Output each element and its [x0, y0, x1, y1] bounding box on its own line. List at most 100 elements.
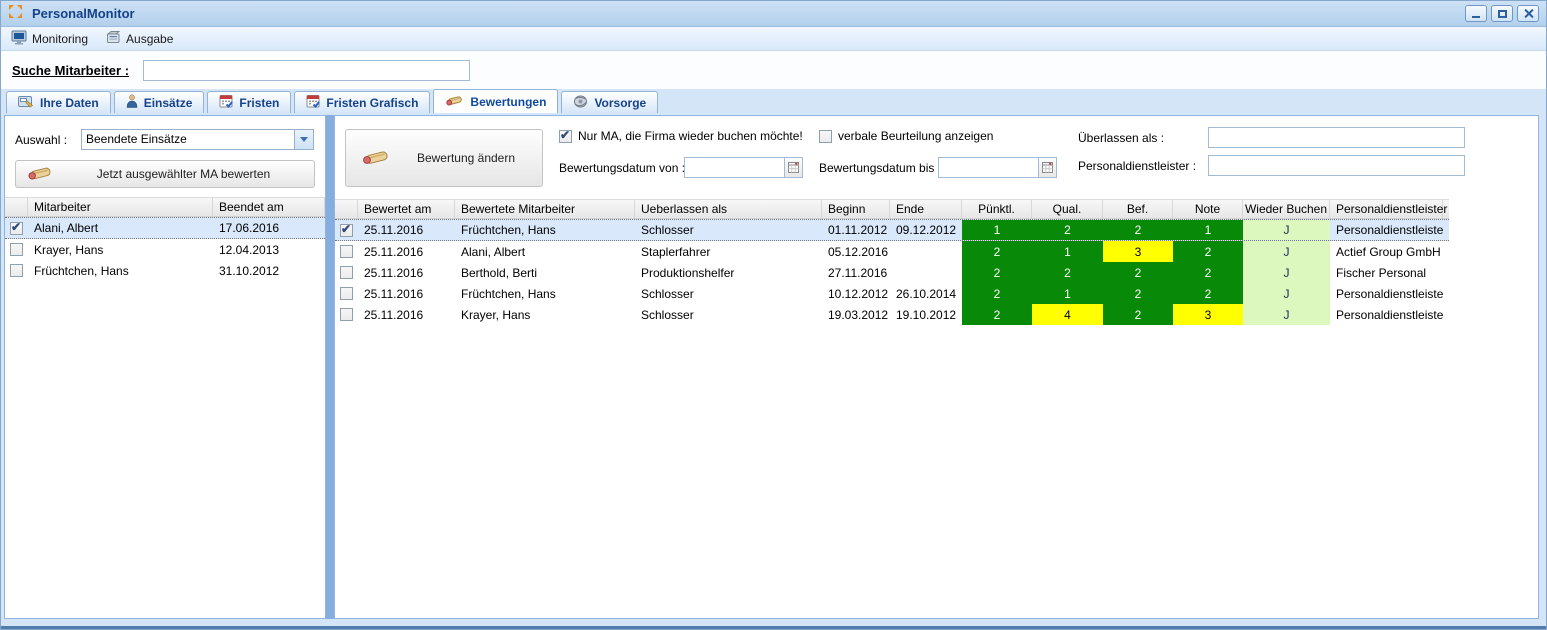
tab-label: Vorsorge [594, 95, 647, 110]
ueberlassen-als-column-header[interactable]: Ueberlassen als [635, 200, 822, 218]
search-label: Suche Mitarbeiter : [12, 62, 130, 78]
menu-ausgabe[interactable]: Ausgabe [102, 28, 177, 49]
beginn-column-header[interactable]: Beginn [822, 200, 890, 218]
table-row[interactable]: 25.11.2016 Früchtchen, Hans Schlosser 10… [335, 283, 1449, 304]
bewertete-mitarbeiter-column-header[interactable]: Bewertete Mitarbeiter [455, 200, 635, 218]
tab-einsaetze[interactable]: Einsätze [113, 91, 205, 113]
bewertet-am-column-header[interactable]: Bewertet am [358, 200, 455, 218]
verbale-checkbox[interactable] [819, 129, 832, 143]
bewertung-aendern-button[interactable]: Bewertung ändern [345, 129, 543, 187]
table-row[interactable]: 25.11.2016 Früchtchen, Hans Schlosser 01… [335, 219, 1449, 241]
verbale-checkbox-row[interactable]: verbale Beurteilung anzeigen [819, 129, 993, 143]
menu-monitoring-label: Monitoring [32, 31, 89, 46]
app-icon [8, 4, 23, 24]
bef-column-header[interactable]: Bef. [1103, 200, 1173, 218]
nur-ma-checkbox[interactable] [559, 128, 572, 143]
ueberlassen-als-input[interactable] [1208, 127, 1465, 148]
row-checkbox[interactable] [10, 243, 23, 256]
table-row[interactable]: Alani, Albert 17.06.2016 [5, 217, 325, 239]
beginn-cell: 19.03.2012 [828, 307, 889, 322]
datum-bis-value [939, 158, 1038, 177]
wieder-buchen-column-header[interactable]: Wieder Buchen [1243, 200, 1330, 218]
auswahl-dropdown-button[interactable] [294, 130, 313, 149]
datum-von-value [685, 158, 784, 177]
puenktl-rating-cell: 2 [962, 304, 1032, 325]
beendet-am-column-header[interactable]: Beendet am [213, 198, 325, 216]
note-column-header[interactable]: Note [1173, 200, 1243, 218]
row-checkbox[interactable] [340, 287, 353, 300]
table-row[interactable]: Krayer, Hans 12.04.2013 [5, 239, 325, 260]
nur-ma-checkbox-row[interactable]: Nur MA, die Firma wieder buchen möchte! [559, 128, 803, 143]
menu-ausgabe-label: Ausgabe [126, 31, 174, 46]
ausgabe-icon [106, 30, 121, 47]
note-rating-cell: 2 [1173, 283, 1243, 304]
puenktl-rating-cell: 2 [962, 241, 1032, 262]
mitarbeiter-column-header[interactable]: Mitarbeiter [28, 198, 213, 216]
nur-ma-checkbox-label: Nur MA, die Firma wieder buchen möchte! [578, 129, 803, 143]
title-bar: PersonalMonitor [1, 1, 1546, 27]
row-checkbox[interactable] [10, 264, 23, 277]
bewertungen-icon [445, 94, 464, 110]
tab-vorsorge[interactable]: Vorsorge [561, 91, 659, 113]
datum-von-label: Bewertungsdatum von : [559, 161, 686, 175]
mitarbeiter-cell: Krayer, Hans [34, 242, 104, 257]
table-row[interactable]: 25.11.2016 Berthold, Berti Produktionshe… [335, 262, 1449, 283]
qual-column-header[interactable]: Qual. [1032, 200, 1103, 218]
personaldienstleister-cell: Actief Group GmbH [1336, 244, 1441, 259]
row-checkbox[interactable] [340, 308, 353, 321]
auswahl-select[interactable]: Beendete Einsätze [81, 129, 314, 150]
table-row[interactable]: Früchtchen, Hans 31.10.2012 [5, 260, 325, 281]
jetzt-bewerten-button[interactable]: Jetzt ausgewählter MA bewerten [15, 160, 315, 188]
personaldienstleister-column-header[interactable]: Personaldienstleister [1330, 200, 1447, 218]
minimize-button[interactable] [1465, 5, 1487, 22]
bewertet-am-cell: 25.11.2016 [364, 223, 424, 237]
row-checkbox[interactable] [10, 220, 23, 235]
table-header: Bewertet am Bewertete Mitarbeiter Ueberl… [335, 199, 1449, 219]
puenktl-column-header[interactable]: Pünktl. [962, 200, 1032, 218]
bewertet-am-cell: 25.11.2016 [364, 265, 424, 280]
filler-cell [1443, 241, 1449, 262]
datum-bis-picker-button[interactable] [1038, 158, 1056, 177]
filler-column-header [1443, 200, 1449, 218]
table-row[interactable]: 25.11.2016 Krayer, Hans Schlosser 19.03.… [335, 304, 1449, 325]
note-rating-cell: 1 [1173, 220, 1243, 240]
bef-rating-cell: 3 [1103, 241, 1173, 262]
datum-bis-field[interactable] [938, 157, 1057, 178]
ueberlassen-cell: Schlosser [641, 286, 694, 301]
maximize-button[interactable] [1491, 5, 1513, 22]
wieder-buchen-cell: J [1243, 262, 1330, 283]
close-button[interactable] [1517, 5, 1539, 22]
checkbox-column-header[interactable] [335, 200, 358, 218]
datum-bis-label: Bewertungsdatum bis : [819, 161, 942, 175]
ende-cell [890, 262, 962, 283]
tab-fristen-grafisch[interactable]: Fristen Grafisch [294, 91, 431, 113]
left-panel: Auswahl : Beendete Einsätze Jetzt ausgew… [4, 115, 326, 619]
row-checkbox[interactable] [340, 245, 353, 258]
panel-splitter[interactable] [326, 115, 334, 619]
checkbox-column-header[interactable] [5, 198, 28, 216]
datum-von-picker-button[interactable] [784, 158, 802, 177]
personaldienstleister-cell: Personaldienstleister [1336, 223, 1443, 237]
menu-monitoring[interactable]: Monitoring [7, 28, 92, 50]
search-input[interactable] [143, 59, 471, 81]
tab-bewertungen[interactable]: Bewertungen [433, 89, 559, 113]
row-checkbox[interactable] [340, 266, 353, 279]
minimize-icon [1472, 15, 1480, 18]
personaldienstleister-cell: Personaldienstleister [1336, 307, 1443, 322]
tab-ihre-daten[interactable]: Ihre Daten [6, 91, 111, 113]
table-row[interactable]: 25.11.2016 Alani, Albert Staplerfahrer 0… [335, 241, 1449, 262]
mitarbeiter-cell: Alani, Albert [34, 221, 99, 235]
filler-cell [1443, 262, 1449, 283]
app-title: PersonalMonitor [32, 6, 135, 21]
verbale-checkbox-label: verbale Beurteilung anzeigen [838, 129, 994, 143]
menu-bar: Monitoring Ausgabe [1, 27, 1546, 51]
ende-column-header[interactable]: Ende [890, 200, 962, 218]
note-rating-cell: 2 [1173, 241, 1243, 262]
tab-fristen[interactable]: Fristen [207, 91, 292, 113]
app-window: PersonalMonitor Monitoring Ausgabe Suche… [0, 0, 1547, 630]
personaldienstleister-input[interactable] [1208, 155, 1465, 176]
datum-von-field[interactable] [684, 157, 803, 178]
row-checkbox[interactable] [340, 222, 353, 237]
bef-rating-cell: 2 [1103, 220, 1173, 240]
bewertung-aendern-label: Bewertung ändern [416, 151, 516, 165]
